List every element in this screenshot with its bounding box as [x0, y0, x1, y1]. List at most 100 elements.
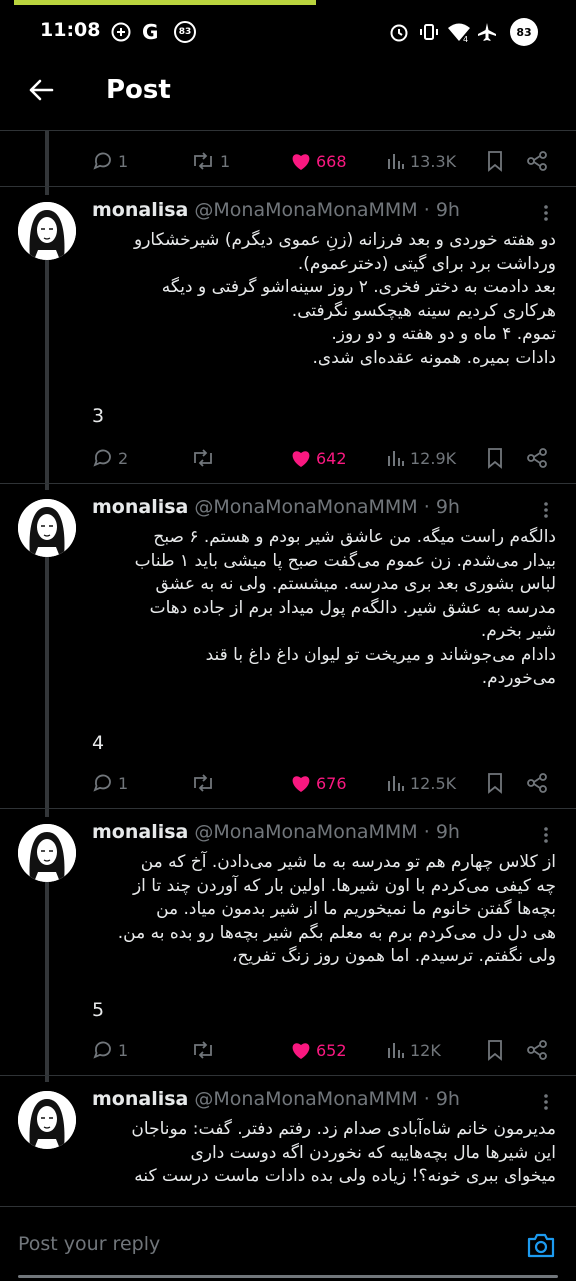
camera-icon[interactable]: [526, 1231, 556, 1259]
tweet-text: از کلاس چهارم هم تو مدرسه به ما شیر می‌د…: [92, 851, 556, 969]
tweet-actions: 1 1 668 13.3K: [92, 146, 552, 176]
author-handle[interactable]: @MonaMonaMonaMMM: [194, 199, 417, 221]
repost-icon: [194, 774, 212, 792]
airplane-icon: [476, 21, 498, 43]
views-button[interactable]: 13.3K: [386, 146, 456, 176]
like-count: 642: [316, 448, 347, 468]
reply-button[interactable]: 1: [92, 146, 128, 176]
views-button[interactable]: 12.5K: [386, 768, 456, 798]
thread-number: 4: [92, 732, 105, 754]
more-options-icon[interactable]: [536, 825, 556, 845]
reply-input[interactable]: Post your reply: [18, 1233, 160, 1255]
tweet-line: مدیرمون خانم شاه‌آبادی صدام زد. رفتم دفت…: [131, 1119, 556, 1139]
tweet-line: چه کیفی می‌کردم با اون شیرها. اولین بار …: [132, 875, 556, 896]
author-handle[interactable]: @MonaMonaMonaMMM: [194, 821, 417, 843]
heart-filled-icon: [292, 1043, 310, 1059]
author-handle[interactable]: @MonaMonaMonaMMM: [194, 1088, 417, 1110]
thread-number: 5: [92, 999, 105, 1021]
svg-text:4: 4: [463, 35, 468, 43]
reply-button[interactable]: 2: [92, 443, 128, 473]
tweet-meta: monalisa @MonaMonaMonaMMM · 9h: [92, 821, 460, 843]
reply-icon: [93, 774, 111, 792]
views-button[interactable]: 12.9K: [386, 443, 456, 473]
avatar[interactable]: [18, 824, 76, 882]
author-name[interactable]: monalisa: [92, 1088, 188, 1110]
views-chart-icon: [388, 1043, 404, 1058]
bookmark-icon: [488, 1040, 502, 1061]
share-button[interactable]: [526, 443, 548, 473]
share-button[interactable]: [526, 768, 548, 798]
tweet-line: از کلاس چهارم هم تو مدرسه به ما شیر می‌د…: [140, 852, 556, 872]
avatar[interactable]: [18, 499, 76, 557]
status-bar: 11:08 G 83 4 83: [0, 5, 576, 57]
tweet-line: دادام می‌جوشاند و میریخت تو لیوان داغ دا…: [205, 644, 556, 665]
tweet-meta: monalisa @MonaMonaMonaMMM · 9h: [92, 199, 460, 221]
author-name[interactable]: monalisa: [92, 821, 188, 843]
repost-button[interactable]: [190, 1035, 216, 1065]
thread-connector: [45, 260, 49, 490]
tweet-line: میخوای ببری خونه؟! زیاده ولی بده دادات م…: [134, 1166, 556, 1186]
like-button[interactable]: 652: [290, 1035, 347, 1065]
views-count: 12.5K: [410, 773, 457, 793]
reply-count: 1: [118, 773, 129, 793]
tweet-actions: 1 652 12K: [92, 1035, 552, 1065]
tweet[interactable]: monalisa @MonaMonaMonaMMM · 9h دالگه‌م ر…: [0, 484, 576, 814]
avatar[interactable]: [18, 202, 76, 260]
wifi-icon: 4: [446, 21, 472, 43]
share-icon: [527, 151, 547, 171]
tweet-meta: monalisa @MonaMonaMonaMMM · 9h: [92, 496, 460, 518]
bookmark-button[interactable]: [486, 768, 504, 798]
repost-count: 1: [220, 151, 231, 171]
like-count: 676: [316, 773, 347, 793]
status-time: 11:08: [40, 19, 101, 41]
tweet[interactable]: monalisa @MonaMonaMonaMMM · 9h دو هفته خ…: [0, 187, 576, 487]
bookmark-button[interactable]: [486, 146, 504, 176]
tweet-line: دادات بمیره. همونه عقده‌ای شدی.: [312, 347, 557, 368]
page-title: Post: [106, 75, 171, 105]
battery-indicator: 83: [510, 18, 538, 46]
more-options-icon[interactable]: [536, 203, 556, 223]
repost-button[interactable]: [190, 768, 216, 798]
share-icon: [527, 773, 547, 793]
views-button[interactable]: 12K: [386, 1035, 441, 1065]
like-button[interactable]: 642: [290, 443, 347, 473]
repost-icon: [194, 449, 212, 467]
repost-button[interactable]: [190, 443, 216, 473]
heart-filled-icon: [292, 776, 310, 792]
avatar[interactable]: [18, 1091, 76, 1149]
meta-dot: ·: [423, 821, 430, 843]
tweet-meta: monalisa @MonaMonaMonaMMM · 9h: [92, 1088, 460, 1110]
bookmark-button[interactable]: [486, 443, 504, 473]
tweet-line: هی دل دل می‌کردم برم به معلم بگم شیر بچه…: [117, 922, 556, 943]
share-button[interactable]: [526, 146, 548, 176]
reply-button[interactable]: 1: [92, 768, 128, 798]
more-options-icon[interactable]: [536, 1092, 556, 1112]
reply-button[interactable]: 1: [92, 1035, 128, 1065]
author-handle[interactable]: @MonaMonaMonaMMM: [194, 496, 417, 518]
back-arrow-icon[interactable]: [26, 75, 56, 105]
thread-connector: [45, 557, 49, 817]
tweet-time: 9h: [435, 199, 460, 221]
tweet-actions: 2 642 12.9K: [92, 443, 552, 473]
share-icon: [527, 448, 547, 468]
vibrate-icon: [418, 21, 440, 43]
more-options-icon[interactable]: [536, 500, 556, 520]
tweet-line: مدرسه به عشق شیر. دالگه‌م پول میداد برم …: [149, 597, 556, 618]
like-count: 668: [316, 151, 347, 171]
share-button[interactable]: [526, 1035, 548, 1065]
heart-filled-icon: [292, 451, 310, 467]
tweet[interactable]: monalisa @MonaMonaMonaMMM · 9h مدیرمون خ…: [0, 1076, 576, 1206]
tweet-text: دالگه‌م راست میگه. من عاشق شیر بودم و هس…: [92, 526, 556, 691]
like-button[interactable]: 676: [290, 768, 347, 798]
repost-button[interactable]: 1: [190, 146, 230, 176]
author-name[interactable]: monalisa: [92, 496, 188, 518]
tweet-time: 9h: [435, 821, 460, 843]
tweet-text: دو هفته خوردی و بعد فرزانه (زنِ عموی دیگ…: [92, 229, 556, 370]
like-button[interactable]: 668: [290, 146, 347, 176]
bookmark-button[interactable]: [486, 1035, 504, 1065]
bookmark-icon: [488, 151, 502, 172]
author-name[interactable]: monalisa: [92, 199, 188, 221]
views-chart-icon: [388, 776, 404, 791]
tweet-line: این شیرها مال بچه‌هاییه که نخوردن اگه دو…: [190, 1142, 556, 1163]
views-count: 12.9K: [410, 448, 457, 468]
